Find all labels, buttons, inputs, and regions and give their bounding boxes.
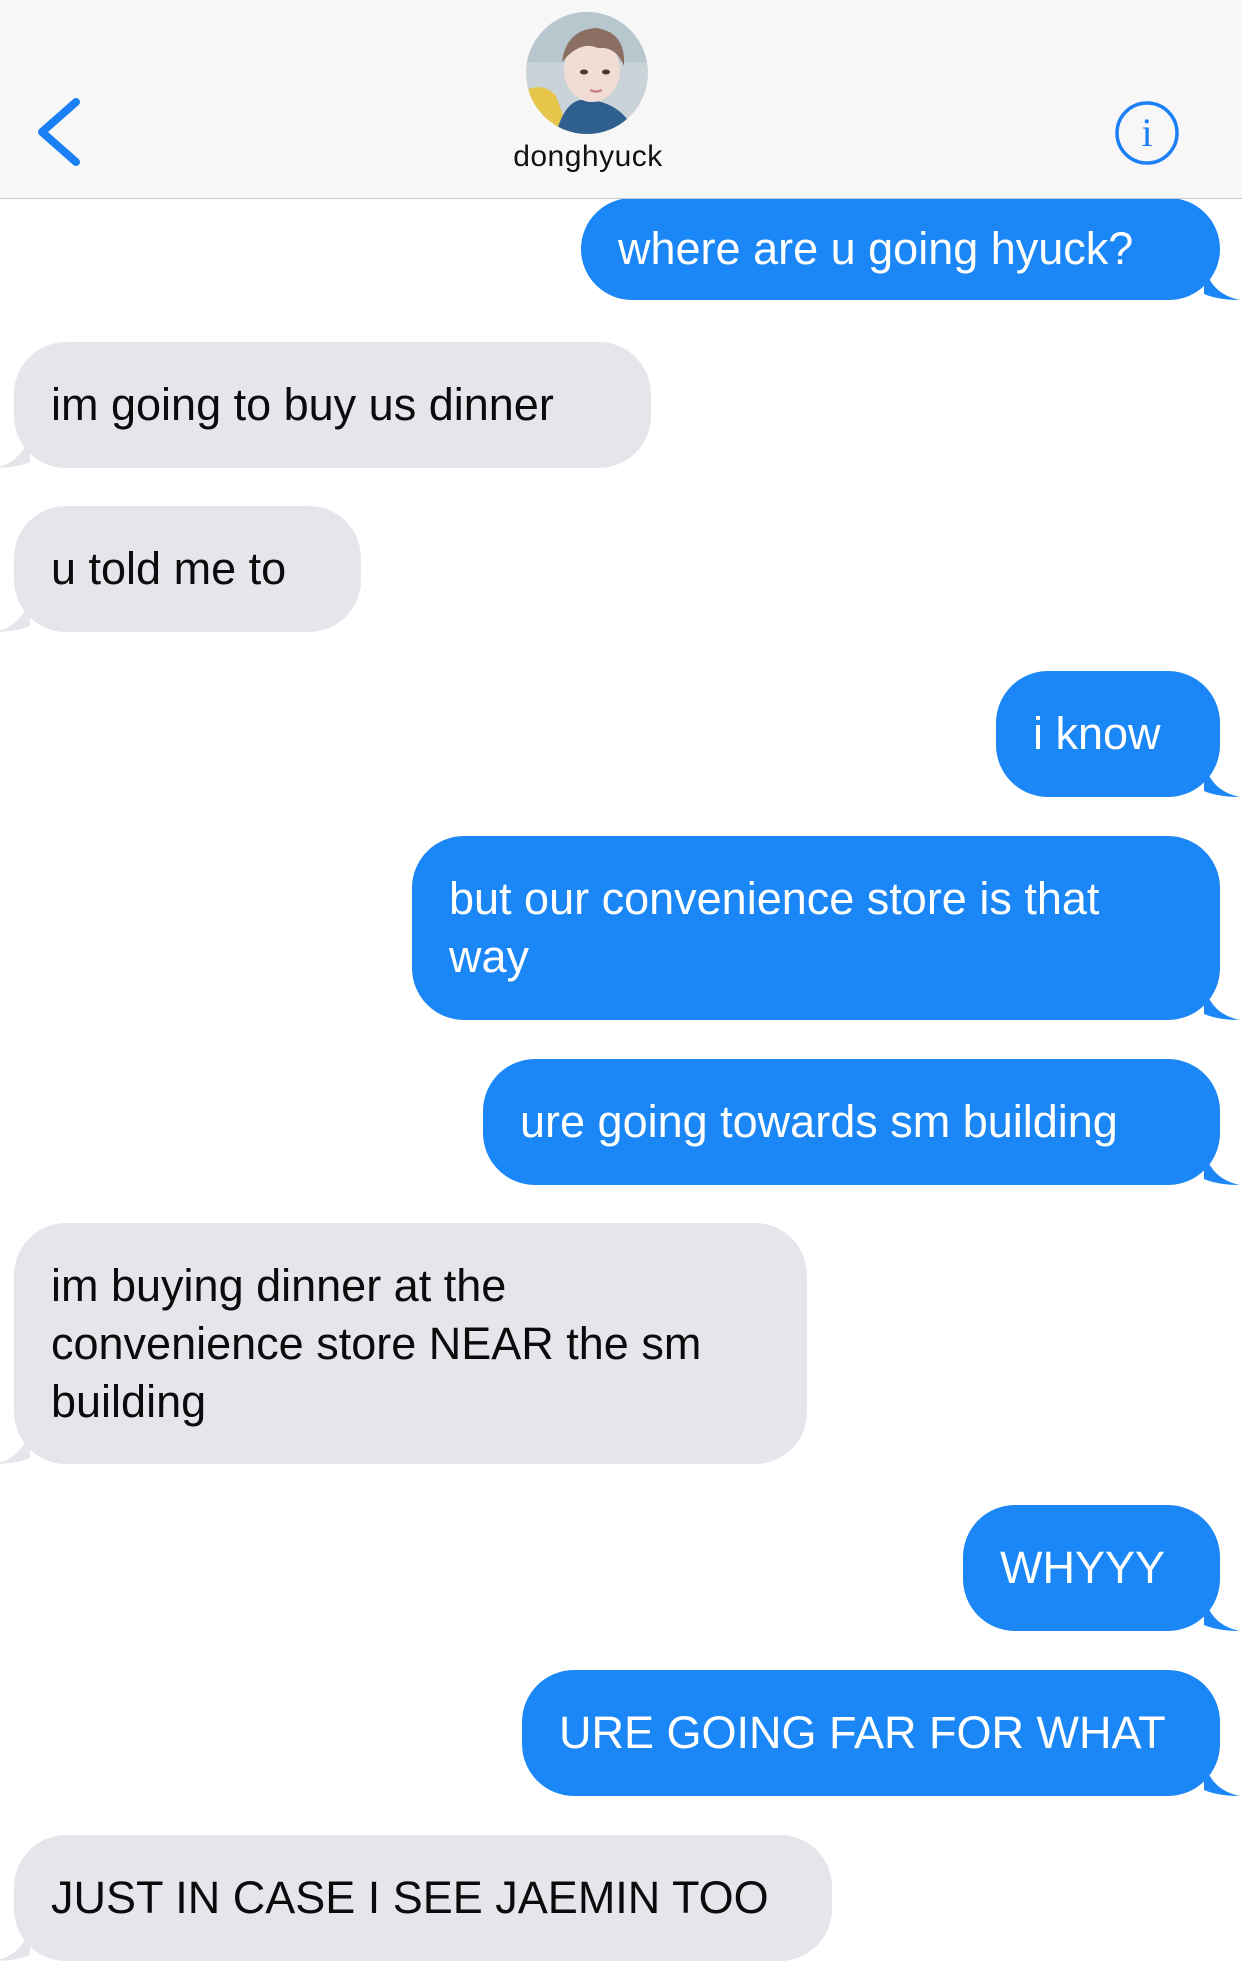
message-text: but our convenience store is that way (449, 873, 1100, 982)
bubble-tail (0, 596, 30, 632)
message-text: i know (1033, 708, 1161, 759)
bubble-tail (1204, 761, 1240, 797)
message-bubble-sent[interactable]: i know (996, 671, 1240, 797)
message-bubble-sent[interactable]: URE GOING FAR FOR WHAT (522, 1670, 1240, 1796)
contact-name[interactable]: donghyuck (0, 140, 1176, 174)
message-thread[interactable]: where are u going hyuck? im going to buy… (0, 199, 1242, 1964)
bubble-tail (0, 1428, 30, 1464)
message-bubble-received[interactable]: im buying dinner at the convenience stor… (0, 1223, 807, 1464)
message-text: where are u going hyuck? (618, 223, 1134, 274)
bubble-tail (1204, 1760, 1240, 1796)
message-bubble-received[interactable]: u told me to (0, 506, 361, 632)
message-text: im buying dinner at the convenience stor… (51, 1259, 702, 1427)
bubble-tail (1204, 984, 1240, 1020)
message-bubble-received[interactable]: JUST IN CASE I SEE JAEMIN TOO (0, 1835, 832, 1961)
message-text: WHYYY (1000, 1542, 1166, 1593)
message-bubble-sent[interactable]: WHYYY (963, 1505, 1240, 1631)
message-bubble-received[interactable]: im going to buy us dinner (0, 342, 651, 468)
message-text: im going to buy us dinner (51, 379, 554, 430)
bubble-tail (1204, 1595, 1240, 1631)
bubble-tail (0, 1925, 30, 1961)
conversation-header: donghyuck i (0, 0, 1242, 199)
svg-text:i: i (1141, 110, 1152, 155)
message-text: URE GOING FAR FOR WHAT (559, 1707, 1166, 1758)
bubble-tail (1204, 1149, 1240, 1185)
message-bubble-sent[interactable]: where are u going hyuck? (581, 199, 1240, 300)
message-bubble-sent[interactable]: but our convenience store is that way (412, 836, 1240, 1020)
message-text: u told me to (51, 543, 287, 594)
info-icon[interactable]: i (1114, 100, 1180, 166)
bubble-tail (1204, 264, 1240, 300)
message-text: ure going towards sm building (520, 1096, 1118, 1147)
message-bubble-sent[interactable]: ure going towards sm building (483, 1059, 1240, 1185)
avatar[interactable] (526, 12, 648, 134)
message-text: JUST IN CASE I SEE JAEMIN TOO (51, 1872, 769, 1923)
bubble-tail (0, 432, 30, 468)
